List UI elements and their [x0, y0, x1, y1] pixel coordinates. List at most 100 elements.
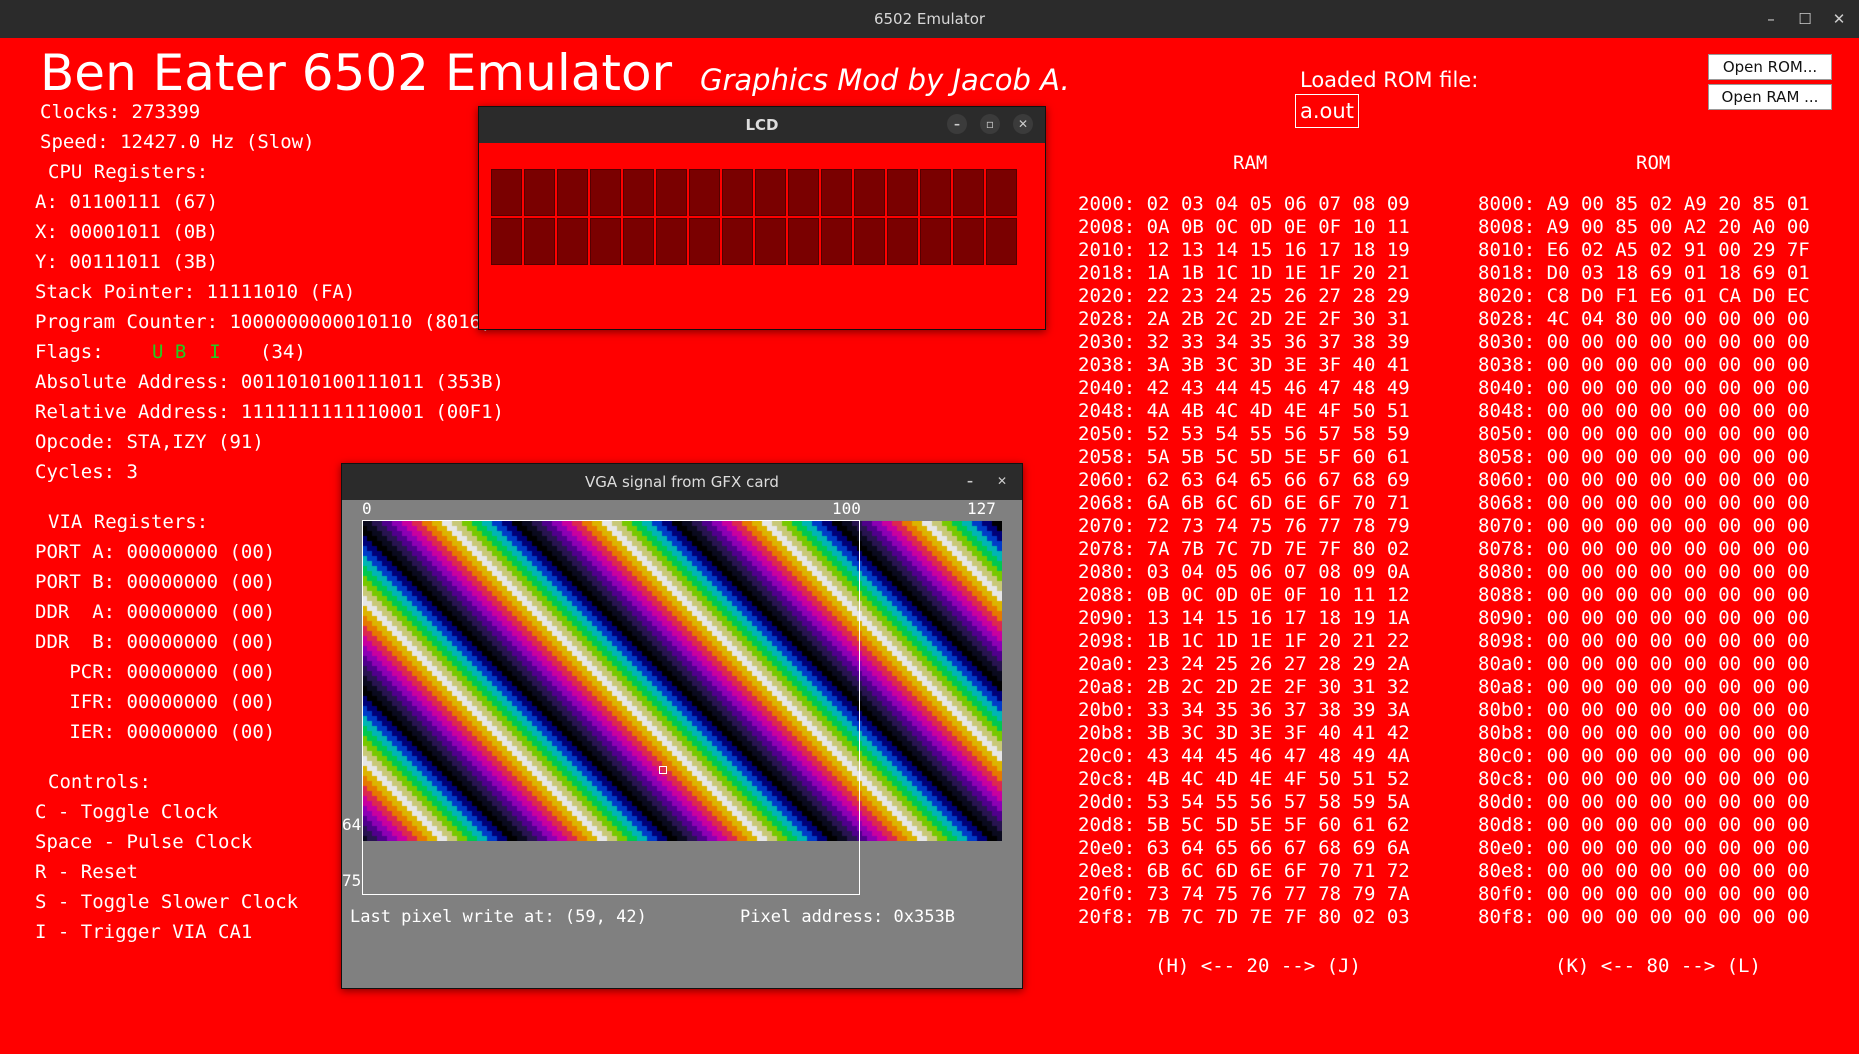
- rom-line: 8078: 00 00 00 00 00 00 00 00: [1478, 538, 1810, 560]
- rom-line: 80e0: 00 00 00 00 00 00 00 00: [1478, 837, 1810, 859]
- rom-line: 8060: 00 00 00 00 00 00 00 00: [1478, 469, 1810, 491]
- lcd-cell: [854, 218, 885, 265]
- vga-window[interactable]: VGA signal from GFX card – ✕ 0 100 127 6…: [341, 463, 1023, 989]
- rom-line: 8058: 00 00 00 00 00 00 00 00: [1478, 446, 1810, 468]
- ram-line: 2050: 52 53 54 55 56 57 58 59: [1078, 423, 1410, 445]
- rom-line: 8028: 4C 04 80 00 00 00 00 00: [1478, 308, 1810, 330]
- app-subtitle: Graphics Mod by Jacob A.: [700, 63, 1070, 97]
- close-icon[interactable]: ✕: [1828, 8, 1850, 30]
- speed-readout: Speed: 12427.0 Hz (Slow): [40, 131, 315, 153]
- last-pixel-marker: [659, 766, 667, 774]
- minimize-icon[interactable]: –: [960, 471, 980, 491]
- lcd-cell: [920, 169, 951, 216]
- lcd-cell: [524, 218, 555, 265]
- lcd-cell: [953, 218, 984, 265]
- open-rom-button[interactable]: Open ROM...: [1708, 54, 1832, 80]
- ram-dump: 2000: 02 03 04 05 06 07 08 09 2008: 0A 0B…: [1078, 193, 1410, 929]
- rom-line: 80d8: 00 00 00 00 00 00 00 00: [1478, 814, 1810, 836]
- minimize-icon[interactable]: –: [947, 114, 967, 134]
- program-counter: Program Counter: 1000000000010110 (8016): [35, 311, 493, 333]
- emulator-canvas[interactable]: Ben Eater 6502 Emulator Graphics Mod by …: [0, 38, 1859, 1054]
- vga-titlebar[interactable]: VGA signal from GFX card – ✕: [342, 464, 1022, 500]
- ram-line: 2020: 22 23 24 25 26 27 28 29: [1078, 285, 1410, 307]
- ram-line: 2098: 1B 1C 1D 1E 1F 20 21 22: [1078, 630, 1410, 652]
- lcd-cell: [788, 218, 819, 265]
- rom-line: 80d0: 00 00 00 00 00 00 00 00: [1478, 791, 1810, 813]
- rom-line: 80a8: 00 00 00 00 00 00 00 00: [1478, 676, 1810, 698]
- rom-line: 8098: 00 00 00 00 00 00 00 00: [1478, 630, 1810, 652]
- lcd-cell: [491, 169, 522, 216]
- close-icon[interactable]: ✕: [992, 471, 1012, 491]
- vga-x-label-0: 0: [362, 499, 372, 518]
- lcd-cell: [821, 169, 852, 216]
- rom-line: 8000: A9 00 85 02 A9 20 85 01: [1478, 193, 1810, 215]
- maximize-icon[interactable]: ☐: [1794, 8, 1816, 30]
- lcd-window[interactable]: LCD – ▫ ✕: [478, 106, 1046, 330]
- maximize-icon[interactable]: ▫: [980, 114, 1000, 134]
- ram-line: 2080: 03 04 05 06 07 08 09 0A: [1078, 561, 1410, 583]
- control-slower-clock: S - Toggle Slower Clock: [35, 891, 299, 913]
- flags-label: Flags:: [35, 341, 104, 363]
- ram-line: 2010: 12 13 14 15 16 17 18 19: [1078, 239, 1410, 261]
- window-titlebar[interactable]: 6502 Emulator – ☐ ✕: [0, 0, 1859, 38]
- ram-page-nav[interactable]: (H) <-- 20 --> (J): [1155, 955, 1361, 977]
- lcd-cell: [887, 169, 918, 216]
- lcd-cell: [656, 218, 687, 265]
- via-ddr-a: DDR A: 00000000 (00): [35, 601, 276, 623]
- controls-heading: Controls:: [48, 771, 151, 793]
- ram-line: 20a0: 23 24 25 26 27 28 29 2A: [1078, 653, 1410, 675]
- ram-line: 2088: 0B 0C 0D 0E 0F 10 11 12: [1078, 584, 1410, 606]
- lcd-titlebar[interactable]: LCD – ▫ ✕: [479, 107, 1045, 143]
- ram-line: 20a8: 2B 2C 2D 2E 2F 30 31 32: [1078, 676, 1410, 698]
- clocks-readout: Clocks: 273399: [40, 101, 201, 123]
- rom-line: 80a0: 00 00 00 00 00 00 00 00: [1478, 653, 1810, 675]
- rom-line: 8088: 00 00 00 00 00 00 00 00: [1478, 584, 1810, 606]
- rom-page-nav[interactable]: (K) <-- 80 --> (L): [1555, 955, 1761, 977]
- lcd-cell: [920, 218, 951, 265]
- control-toggle-clock: C - Toggle Clock: [35, 801, 219, 823]
- minimize-icon[interactable]: –: [1760, 8, 1782, 30]
- via-ddr-b: DDR B: 00000000 (00): [35, 631, 276, 653]
- ram-line: 20b0: 33 34 35 36 37 38 39 3A: [1078, 699, 1410, 721]
- register-a: A: 01100111 (67): [35, 191, 219, 213]
- rom-line: 8008: A9 00 85 00 A2 20 A0 00: [1478, 216, 1810, 238]
- ram-line: 2070: 72 73 74 75 76 77 78 79: [1078, 515, 1410, 537]
- via-pcr: PCR: 00000000 (00): [35, 661, 276, 683]
- lcd-cell: [986, 169, 1017, 216]
- rom-line: 8048: 00 00 00 00 00 00 00 00: [1478, 400, 1810, 422]
- register-y: Y: 00111011 (3B): [35, 251, 219, 273]
- rom-line: 80c8: 00 00 00 00 00 00 00 00: [1478, 768, 1810, 790]
- rom-line: 8050: 00 00 00 00 00 00 00 00: [1478, 423, 1810, 445]
- control-reset: R - Reset: [35, 861, 138, 883]
- lcd-cell: [557, 218, 588, 265]
- rom-line: 80e8: 00 00 00 00 00 00 00 00: [1478, 860, 1810, 882]
- flags-set: U B I: [152, 341, 221, 363]
- ram-line: 2000: 02 03 04 05 06 07 08 09: [1078, 193, 1410, 215]
- cycles: Cycles: 3: [35, 461, 138, 483]
- rom-heading: ROM: [1636, 152, 1671, 174]
- vga-title: VGA signal from GFX card: [585, 473, 779, 491]
- ram-line: 20d0: 53 54 55 56 57 58 59 5A: [1078, 791, 1410, 813]
- close-icon[interactable]: ✕: [1013, 114, 1033, 134]
- stack-pointer: Stack Pointer: 11111010 (FA): [35, 281, 356, 303]
- ram-line: 2058: 5A 5B 5C 5D 5E 5F 60 61: [1078, 446, 1410, 468]
- open-ram-button[interactable]: Open RAM ...: [1708, 84, 1832, 110]
- ram-line: 20c0: 43 44 45 46 47 48 49 4A: [1078, 745, 1410, 767]
- relative-address: Relative Address: 1111111111110001 (00F1…: [35, 401, 504, 423]
- ram-line: 2040: 42 43 44 45 46 47 48 49: [1078, 377, 1410, 399]
- vga-viewport: 0 100 127 64 75 Last pixel write at: (59…: [342, 499, 1022, 988]
- lcd-cell: [755, 218, 786, 265]
- rom-line: 8090: 00 00 00 00 00 00 00 00: [1478, 607, 1810, 629]
- lcd-cell: [953, 169, 984, 216]
- lcd-cell: [986, 218, 1017, 265]
- lcd-cell: [689, 218, 720, 265]
- lcd-cell: [590, 218, 621, 265]
- ram-line: 20f0: 73 74 75 76 77 78 79 7A: [1078, 883, 1410, 905]
- lcd-display: [491, 169, 1017, 265]
- via-registers-heading: VIA Registers:: [48, 511, 209, 533]
- ram-line: 2090: 13 14 15 16 17 18 19 1A: [1078, 607, 1410, 629]
- rom-line: 8030: 00 00 00 00 00 00 00 00: [1478, 331, 1810, 353]
- lcd-cell: [788, 169, 819, 216]
- register-x: X: 00001011 (0B): [35, 221, 219, 243]
- rom-line: 8040: 00 00 00 00 00 00 00 00: [1478, 377, 1810, 399]
